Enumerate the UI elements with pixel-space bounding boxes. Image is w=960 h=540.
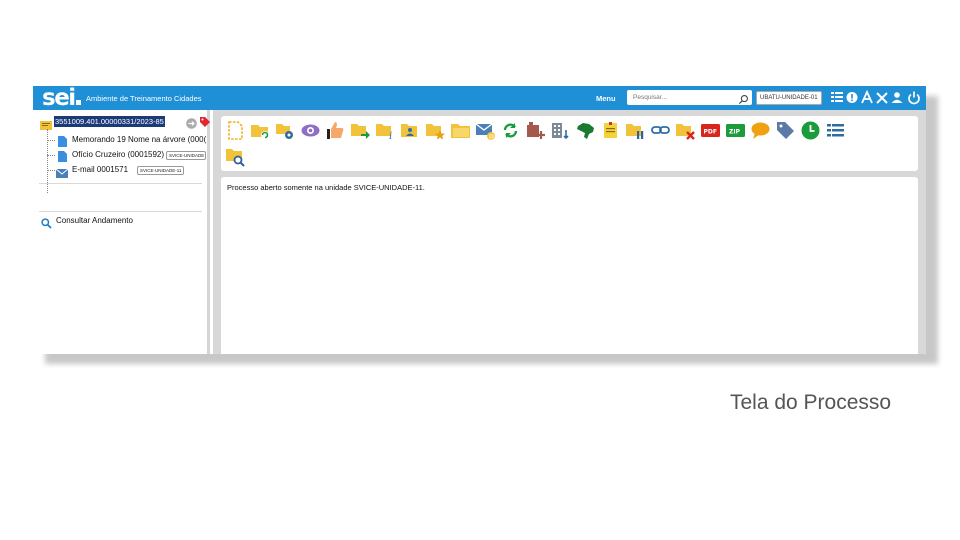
- process-status-message: Processo aberto somente na unidade SVICE…: [227, 183, 425, 192]
- slide-caption: Tela do Processo: [730, 391, 892, 414]
- tools-icon[interactable]: [875, 90, 889, 105]
- list-view-icon[interactable]: [830, 90, 844, 105]
- suspend-icon[interactable]: [625, 120, 646, 141]
- logo-dot: [75, 100, 81, 105]
- message-unit: SVICE-UNIDADE-11: [353, 183, 423, 192]
- tree-connector: [47, 170, 55, 171]
- favorite-icon[interactable]: [425, 120, 446, 141]
- tree-item-label[interactable]: E-mail 0001571: [72, 165, 128, 174]
- process-content-panel: Processo aberto somente na unidade SVICE…: [221, 177, 918, 354]
- font-size-icon[interactable]: [860, 89, 874, 105]
- menu-link[interactable]: Menu: [596, 94, 616, 103]
- pdf-text: PDF: [704, 129, 717, 136]
- process-workspace: i @ PDF ZIP Processo aberto somente na u…: [213, 110, 926, 354]
- comment-icon[interactable]: [750, 120, 771, 141]
- new-document-icon[interactable]: [225, 120, 246, 141]
- user-icon[interactable]: [890, 90, 904, 105]
- close-process-icon[interactable]: [675, 120, 696, 141]
- tree-item-label[interactable]: Memorando 19 Nome na árvore (000(: [72, 135, 206, 144]
- signal-icon[interactable]: [325, 120, 346, 141]
- view-icon[interactable]: [300, 120, 321, 141]
- logo-text: sei: [42, 86, 76, 111]
- add-block-icon[interactable]: [525, 120, 546, 141]
- alert-icon[interactable]: [845, 90, 859, 105]
- email-icon[interactable]: @: [475, 120, 496, 141]
- svg-text:i: i: [389, 131, 392, 141]
- link-icon[interactable]: [650, 120, 671, 141]
- tree-item-label[interactable]: Ofício Cruzeiro (0001592): [72, 150, 164, 159]
- process-folder-icon: [40, 117, 52, 130]
- send-process-icon[interactable]: [350, 120, 371, 141]
- message-suffix: .: [422, 183, 425, 192]
- search-icon[interactable]: [738, 92, 749, 105]
- unit-badge: SVICE-UNIDADE-11: [137, 166, 185, 175]
- tree-item-document[interactable]: Memorando 19 Nome na árvore (000(: [58, 133, 208, 147]
- search-icon: [41, 216, 52, 229]
- zip-icon[interactable]: ZIP: [725, 120, 746, 141]
- power-icon[interactable]: [907, 90, 921, 105]
- folder-icon[interactable]: [450, 120, 471, 141]
- svg-text:@: @: [489, 134, 495, 141]
- unit-badge: SVICE-UNIDADE: [166, 151, 206, 160]
- email-icon: [55, 165, 69, 178]
- tree-item-document[interactable]: Ofício Cruzeiro (0001592) SVICE-UNIDADE: [58, 148, 208, 162]
- list-icon[interactable]: [825, 120, 846, 141]
- process-settings-icon[interactable]: [275, 120, 296, 141]
- consult-history-label[interactable]: Consultar Andamento: [56, 216, 133, 225]
- brazil-map-icon[interactable]: [575, 120, 596, 141]
- zip-text: ZIP: [729, 129, 741, 136]
- divider: [39, 183, 202, 184]
- top-bar: sei Ambiente de Treinamento Cidades Menu…: [33, 86, 926, 111]
- divider: [39, 211, 202, 212]
- sei-logo[interactable]: sei: [42, 86, 81, 111]
- refresh-icon[interactable]: [500, 120, 521, 141]
- search-box: [627, 90, 752, 105]
- unit-selector[interactable]: UBATU-UNIDADE-01: [756, 91, 822, 105]
- document-icon: [58, 149, 67, 162]
- pdf-icon[interactable]: PDF: [700, 120, 721, 141]
- process-toolbar: i @ PDF ZIP: [221, 116, 918, 171]
- info-icon[interactable]: i: [375, 120, 396, 142]
- clock-icon[interactable]: [800, 120, 821, 141]
- relate-process-icon[interactable]: [250, 120, 271, 141]
- tree-connector: [47, 140, 55, 141]
- process-tree-panel: 3551009.401.00000331/2023-85 Memorando 1…: [33, 110, 210, 354]
- process-number[interactable]: 3551009.401.00000331/2023-85: [54, 116, 165, 127]
- search-input[interactable]: [627, 90, 735, 105]
- document-icon: [58, 134, 67, 147]
- environment-subtitle: Ambiente de Treinamento Cidades: [86, 94, 202, 103]
- navigate-arrow-icon[interactable]: [186, 116, 197, 129]
- assign-icon[interactable]: [400, 120, 421, 141]
- slide: sei Ambiente de Treinamento Cidades Menu…: [0, 0, 960, 540]
- screenshot-frame: sei Ambiente de Treinamento Cidades Menu…: [33, 86, 926, 354]
- note-icon[interactable]: [600, 120, 621, 141]
- message-prefix: Processo aberto somente na unidade: [227, 183, 354, 192]
- tag-icon[interactable]: [775, 120, 796, 141]
- search-folder-icon[interactable]: [225, 146, 246, 167]
- organization-icon[interactable]: [550, 120, 571, 141]
- marker-tag-icon[interactable]: [199, 115, 211, 127]
- tree-connector: [47, 155, 55, 156]
- tree-item-email[interactable]: E-mail 0001571 SVICE-UNIDADE-11: [55, 163, 206, 178]
